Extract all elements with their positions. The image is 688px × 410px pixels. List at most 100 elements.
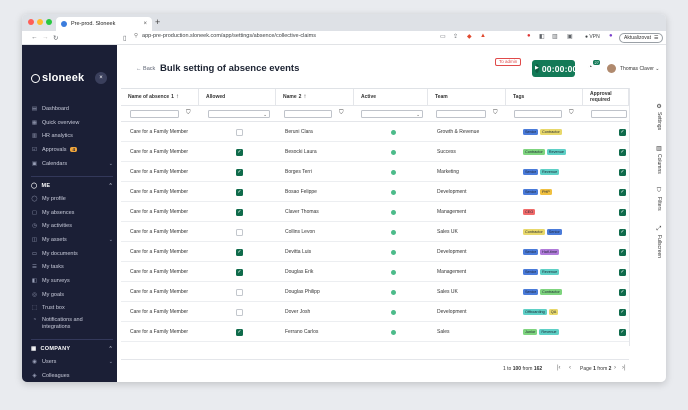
column-header-allowed[interactable]: Allowed [199, 89, 276, 105]
team-filter-input[interactable] [436, 110, 486, 118]
url-field[interactable]: ⚲ app-pre-production.sloneek.com/app/set… [134, 33, 316, 39]
update-button[interactable]: Aktualizovat ☰ [619, 33, 664, 43]
allowed-checkbox[interactable] [236, 288, 243, 296]
brave-shield-icon[interactable]: ◆ [467, 33, 472, 40]
column-header-name[interactable]: Name 2 ↑ [276, 89, 354, 105]
allowed-checkbox[interactable]: ✓ [236, 328, 243, 336]
browser-tab[interactable]: Pre-prod. Sloneek × [56, 17, 152, 31]
approval-checkbox[interactable]: ✓ [619, 208, 626, 216]
section-company-header[interactable]: ▦ COMPANY ⌃ [31, 342, 113, 355]
back-arrow-icon[interactable]: ← [31, 34, 38, 41]
cast-icon[interactable]: ▭ [440, 33, 446, 40]
extension-record-icon[interactable]: ● [527, 33, 531, 39]
filter-icon[interactable]: ⛉ [186, 110, 191, 117]
forward-arrow-icon[interactable]: → [42, 34, 49, 41]
user-name[interactable]: Thomas Claver ⌄ [620, 66, 660, 72]
approval-checkbox[interactable]: ✓ [619, 328, 626, 336]
next-page-icon[interactable]: › [614, 365, 616, 371]
filter-icon[interactable]: ⛉ [493, 110, 498, 117]
allowed-checkbox[interactable]: ✓ [236, 208, 243, 216]
close-window-button[interactable] [28, 19, 34, 25]
bell-icon[interactable]: ◔ [588, 64, 592, 71]
column-header-approval-required[interactable]: Approval required [583, 89, 629, 105]
prev-page-icon[interactable]: ‹ [569, 365, 571, 371]
approval-filter-select[interactable] [591, 110, 627, 118]
sidebar-item-my-activities[interactable]: ◷ My activities [31, 219, 113, 233]
allowed-checkbox[interactable]: ✓ [236, 148, 243, 156]
sidebar-item-users[interactable]: ◉ Users ⌄ [31, 355, 113, 369]
to-admin-button[interactable]: To admin [495, 58, 522, 66]
sidebar-item-my-goals[interactable]: ◎ My goals [31, 288, 113, 302]
column-header-tags[interactable]: Tags [506, 89, 583, 105]
approval-checkbox[interactable]: ✓ [619, 168, 626, 176]
sidebar-item-dashboard[interactable]: ▤ Dashboard [31, 102, 113, 116]
sidebar-me-nav: ◯ ME ⌃ ◯ My profile ▢ My absences ◷ My activi… [31, 173, 113, 335]
approval-checkbox[interactable]: ✓ [619, 308, 626, 316]
section-me-header[interactable]: ◯ ME ⌃ [31, 179, 113, 192]
approval-checkbox[interactable]: ✓ [619, 268, 626, 276]
sidebar-item-hr-analytics[interactable]: ▥ HR analytics [31, 129, 113, 143]
filter-icon[interactable]: ⛉ [569, 110, 574, 117]
allowed-checkbox[interactable] [236, 128, 243, 136]
sidebar-item-my-documents[interactable]: ▭ My documents [31, 247, 113, 261]
column-header-active[interactable]: Active [354, 89, 428, 105]
collapse-sidebar-button[interactable]: × [95, 72, 107, 84]
bookmark-icon[interactable]: ▯ [123, 34, 127, 42]
tags-filter-input[interactable] [514, 110, 562, 118]
filter-icon[interactable]: ⛉ [339, 110, 344, 117]
sidebar-toggle-icon[interactable]: ▥ [552, 33, 558, 40]
sidebar-item-quick-overview[interactable]: ▦ Quick overview [31, 116, 113, 130]
approval-checkbox[interactable]: ✓ [619, 288, 626, 296]
allowed-checkbox[interactable] [236, 308, 243, 316]
sidebar-item-colleagues[interactable]: ◈ Colleagues [31, 369, 113, 382]
side-tool-fullscreen[interactable]: ⤢ Fullscreen [656, 226, 662, 258]
approval-checkbox[interactable]: ✓ [619, 248, 626, 256]
vpn-button[interactable]: ● VPN [585, 34, 600, 40]
sidebar-item-my-assets[interactable]: ◫ My assets ⌄ [31, 233, 113, 247]
extension-icon[interactable]: ◧ [539, 33, 545, 40]
back-link[interactable]: ← Back [136, 66, 155, 72]
new-tab-button[interactable]: + [155, 17, 160, 27]
side-tool-settings[interactable]: ⚙ Settings [656, 103, 662, 130]
play-icon[interactable]: ▶ [535, 64, 539, 73]
reload-icon[interactable]: ↻ [53, 34, 58, 42]
absence-name-filter-input[interactable] [130, 110, 179, 118]
allowed-checkbox[interactable]: ✓ [236, 168, 243, 176]
approval-checkbox[interactable]: ✓ [619, 128, 626, 136]
sloneek-logo[interactable]: sloneek [31, 72, 84, 84]
allowed-checkbox[interactable]: ✓ [236, 188, 243, 196]
side-tool-filters[interactable]: ⛉ Filters [656, 188, 662, 211]
column-header-name-of-absence[interactable]: Name of absence 1 ↑ [121, 89, 199, 105]
allowed-checkbox[interactable] [236, 228, 243, 236]
approval-checkbox[interactable]: ✓ [619, 228, 626, 236]
sidebar-item-notifications-and-integrations[interactable]: ◔ Notifications and integrations [31, 315, 113, 335]
sidebar-item-calendars[interactable]: ▣ Calendars ⌄ [31, 157, 113, 171]
maximize-window-button[interactable] [46, 19, 52, 25]
allowed-filter-select[interactable]: ⌄ [208, 110, 270, 118]
approval-checkbox[interactable]: ✓ [619, 188, 626, 196]
share-icon[interactable]: ⇪ [453, 33, 458, 40]
allowed-checkbox[interactable]: ✓ [236, 268, 243, 276]
active-filter-select[interactable]: ⌄ [361, 110, 423, 118]
minimize-window-button[interactable] [37, 19, 43, 25]
avatar[interactable] [607, 64, 616, 73]
wallet-icon[interactable]: ▣ [567, 33, 573, 40]
profile-icon[interactable]: ● [609, 33, 613, 39]
name-filter-input[interactable] [284, 110, 332, 118]
rewards-icon[interactable]: ▲ [480, 33, 486, 39]
sidebar-item-trust-box[interactable]: ⬚ Trust box [31, 302, 113, 316]
tab-close-icon[interactable]: × [143, 21, 147, 27]
first-page-icon[interactable]: |‹ [557, 365, 561, 371]
last-page-icon[interactable]: ›| [622, 365, 626, 371]
sidebar-item-approvals[interactable]: ☑ Approvals 4 [31, 143, 113, 157]
allowed-checkbox[interactable]: ✓ [236, 248, 243, 256]
sidebar-item-my-profile[interactable]: ◯ My profile [31, 192, 113, 206]
time-tracker[interactable]: ▶ 00:00:00 [532, 60, 577, 77]
approval-checkbox[interactable]: ✓ [619, 148, 626, 156]
sidebar-item-my-absences[interactable]: ▢ My absences [31, 206, 113, 220]
side-tool-columns[interactable]: ▥ Columns [656, 145, 662, 174]
site-info-icon[interactable]: ⚲ [134, 33, 138, 39]
sidebar-item-my-surveys[interactable]: ◧ My surveys [31, 274, 113, 288]
sidebar-item-my-tasks[interactable]: ☰ My tasks [31, 260, 113, 274]
column-header-team[interactable]: Team [428, 89, 506, 105]
